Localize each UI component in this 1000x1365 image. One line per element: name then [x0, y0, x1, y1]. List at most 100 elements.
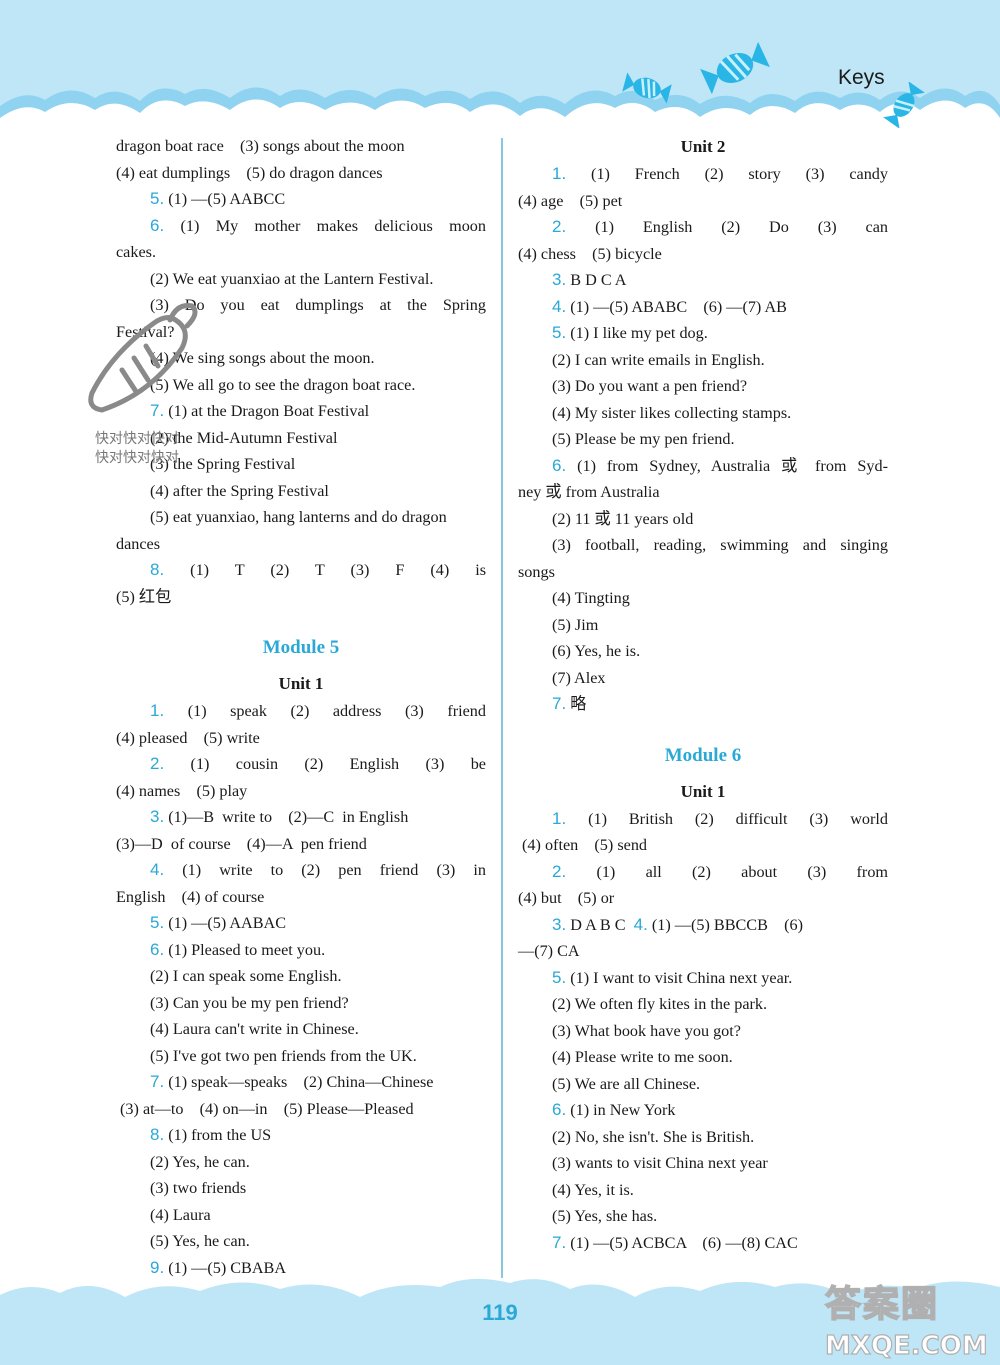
question-number: 5. [552, 967, 567, 987]
module-title: Module 6 [664, 744, 742, 766]
answer-text: cakes. [116, 243, 156, 261]
answer-line: (2) Yes, he can. [116, 1149, 486, 1176]
answer-text: (5) eat yuanxiao, hang lanterns and do d… [150, 508, 447, 526]
answer-line: 5. (1) I want to visit China next year. [518, 965, 888, 992]
answer-text: (4) Laura can't write in Chinese. [150, 1020, 359, 1038]
answer-line: (4) Laura can't write in Chinese. [116, 1016, 486, 1043]
answer-text: (3) at—to (4) on—in (5) Please—Pleased [116, 1099, 414, 1118]
column-divider [501, 138, 503, 1278]
answer-line: 7. (1) speak—speaks (2) China—Chinese [116, 1069, 486, 1096]
answer-text: (4) often (5) send [518, 836, 648, 854]
answer-line: (3) two friends [116, 1175, 486, 1202]
answer-line: songs [518, 559, 888, 586]
answer-text: (4) My sister likes collecting stamps. [552, 403, 792, 422]
answer-text: (1) —(5) ACBCA (6) —(8) CAC [566, 1233, 798, 1252]
overlay-watermark-text: 快对快对快对 [95, 431, 179, 447]
answer-text: (1) French (2) story (3) candy [566, 165, 888, 183]
question-number: 1. [150, 701, 165, 720]
answer-line: (4) but (5) or [518, 885, 888, 912]
answer-text: (3) two friends [150, 1179, 247, 1197]
answer-text: (4) Tingting [552, 589, 630, 607]
answer-line: (4) Please write to me soon. [518, 1044, 888, 1071]
question-number: 4. [150, 860, 165, 879]
answer-text: (4) names (5) play [116, 781, 248, 800]
answer-text: (4) Please write to me soon. [552, 1048, 733, 1066]
answer-text: (1) British (2) difficult (3) world [566, 809, 888, 828]
answer-text: (3)—D of course (4)—A pen friend [116, 834, 367, 853]
answer-line: (4) Yes, it is. [518, 1177, 888, 1204]
answer-text: dances [116, 534, 161, 553]
question-number: 4. [633, 914, 648, 934]
question-number: 8. [150, 560, 165, 579]
answer-text: (2) 11 或 11 years old [552, 509, 694, 528]
answer-line: (3) What book have you got? [518, 1018, 888, 1045]
answer-line: (4) after the Spring Festival [116, 478, 486, 505]
question-number: 8. [150, 1125, 165, 1144]
answer-line: —(7) CA [518, 938, 888, 965]
answer-text: (3) What book have you got? [552, 1021, 741, 1040]
answer-text: (1) My mother makes delicious moon [164, 216, 487, 235]
question-number: 2. [552, 217, 567, 236]
unit-title: Unit 2 [680, 137, 726, 156]
answer-text: (1) —(5) ABABC (6) —(7) AB [566, 297, 787, 316]
answer-line: 2. (1) all (2) about (3) from [518, 859, 888, 886]
answer-text: (1) I like my pet dog. [566, 324, 708, 342]
question-number: 4. [552, 296, 567, 316]
answer-line: (4) chess (5) bicycle [518, 241, 888, 268]
answer-line: (5) I've got two pen friends from the UK… [116, 1043, 486, 1070]
question-number: 7. [552, 1232, 567, 1252]
candy-icon [883, 82, 925, 128]
answer-list: 1. (1) French (2) story (3) candy (4) age… [518, 161, 888, 718]
answer-text: (1) speak (2) address (3) friend [164, 702, 486, 720]
answer-text: (1) cousin (2) English (3) be [164, 755, 486, 773]
answer-text: (4) eat dumplings (5) do dragon dances [116, 163, 383, 182]
question-number: 3. [150, 807, 165, 826]
question-number: 3. [552, 914, 567, 934]
answer-text: (1) in New York [566, 1101, 676, 1119]
answer-text: D A B C [566, 915, 634, 934]
answer-text: (3) Can you be my pen friend? [150, 993, 349, 1012]
answer-text: —(7) CA [518, 942, 580, 960]
answer-text: (4) Laura [150, 1205, 211, 1224]
answer-text: songs [518, 562, 555, 581]
answer-line: (5) eat yuanxiao, hang lanterns and do d… [116, 504, 486, 531]
answer-line: 2. (1) cousin (2) English (3) be [116, 751, 486, 778]
answer-list: 1. (1) British (2) difficult (3) world (… [518, 806, 888, 1257]
site-logo-text: 答案圈 [824, 1283, 940, 1326]
module-title: Module 5 [262, 637, 340, 658]
answer-text: ney 或 from Australia [518, 483, 660, 501]
answer-text: B D C A [566, 271, 627, 289]
answer-text: (1) I want to visit China next year. [566, 968, 793, 987]
answer-line: 3. D A B C 4. (1) —(5) BBCCB (6) [518, 912, 888, 939]
answer-text: (1) Pleased to meet you. [164, 940, 326, 959]
answer-line: (4) eat dumplings (5) do dragon dances [116, 160, 486, 187]
question-number: 5. [150, 189, 165, 208]
answer-line: (3) at—to (4) on—in (5) Please—Pleased [116, 1096, 486, 1123]
answer-text: (4) after the Spring Festival [150, 481, 329, 500]
answer-line: (2) 11 或 11 years old [518, 506, 888, 533]
answer-line: (5) Yes, she has. [518, 1203, 888, 1230]
answer-text: (1) —(5) AABAC [164, 914, 287, 932]
answer-line: (4) pleased (5) write [116, 725, 486, 752]
answer-text: (5) I've got two pen friends from the UK… [150, 1046, 417, 1065]
answer-line: 5. (1) I like my pet dog. [518, 320, 888, 347]
answer-line: 1. (1) French (2) story (3) candy [518, 161, 888, 188]
answer-line: (3) wants to visit China next year [518, 1150, 888, 1177]
question-number: 7. [150, 1072, 165, 1091]
answer-line: (5) 红包 [116, 584, 486, 611]
answer-text: (5) We are all Chinese. [552, 1074, 701, 1093]
answer-line: dances [116, 531, 486, 558]
answer-line: cakes. [116, 239, 486, 266]
answer-line: 7. 略 [518, 691, 888, 718]
answer-text: (2) We often fly kites in the park. [552, 995, 768, 1013]
answer-line: (5) Jim [518, 612, 888, 639]
answer-line: (4) age (5) pet [518, 188, 888, 215]
answer-text: (1)—B write to (2)—C in English [164, 808, 409, 826]
right-column: Unit 2 1. (1) French (2) story (3) candy… [518, 133, 888, 1256]
answer-line: 6. (1) My mother makes delicious moon [116, 213, 486, 240]
carrot-watermark-icon [88, 303, 198, 413]
answer-line: (2) I can speak some English. [116, 963, 486, 990]
overlay-watermark-text: 快对快对快对 [95, 450, 179, 466]
